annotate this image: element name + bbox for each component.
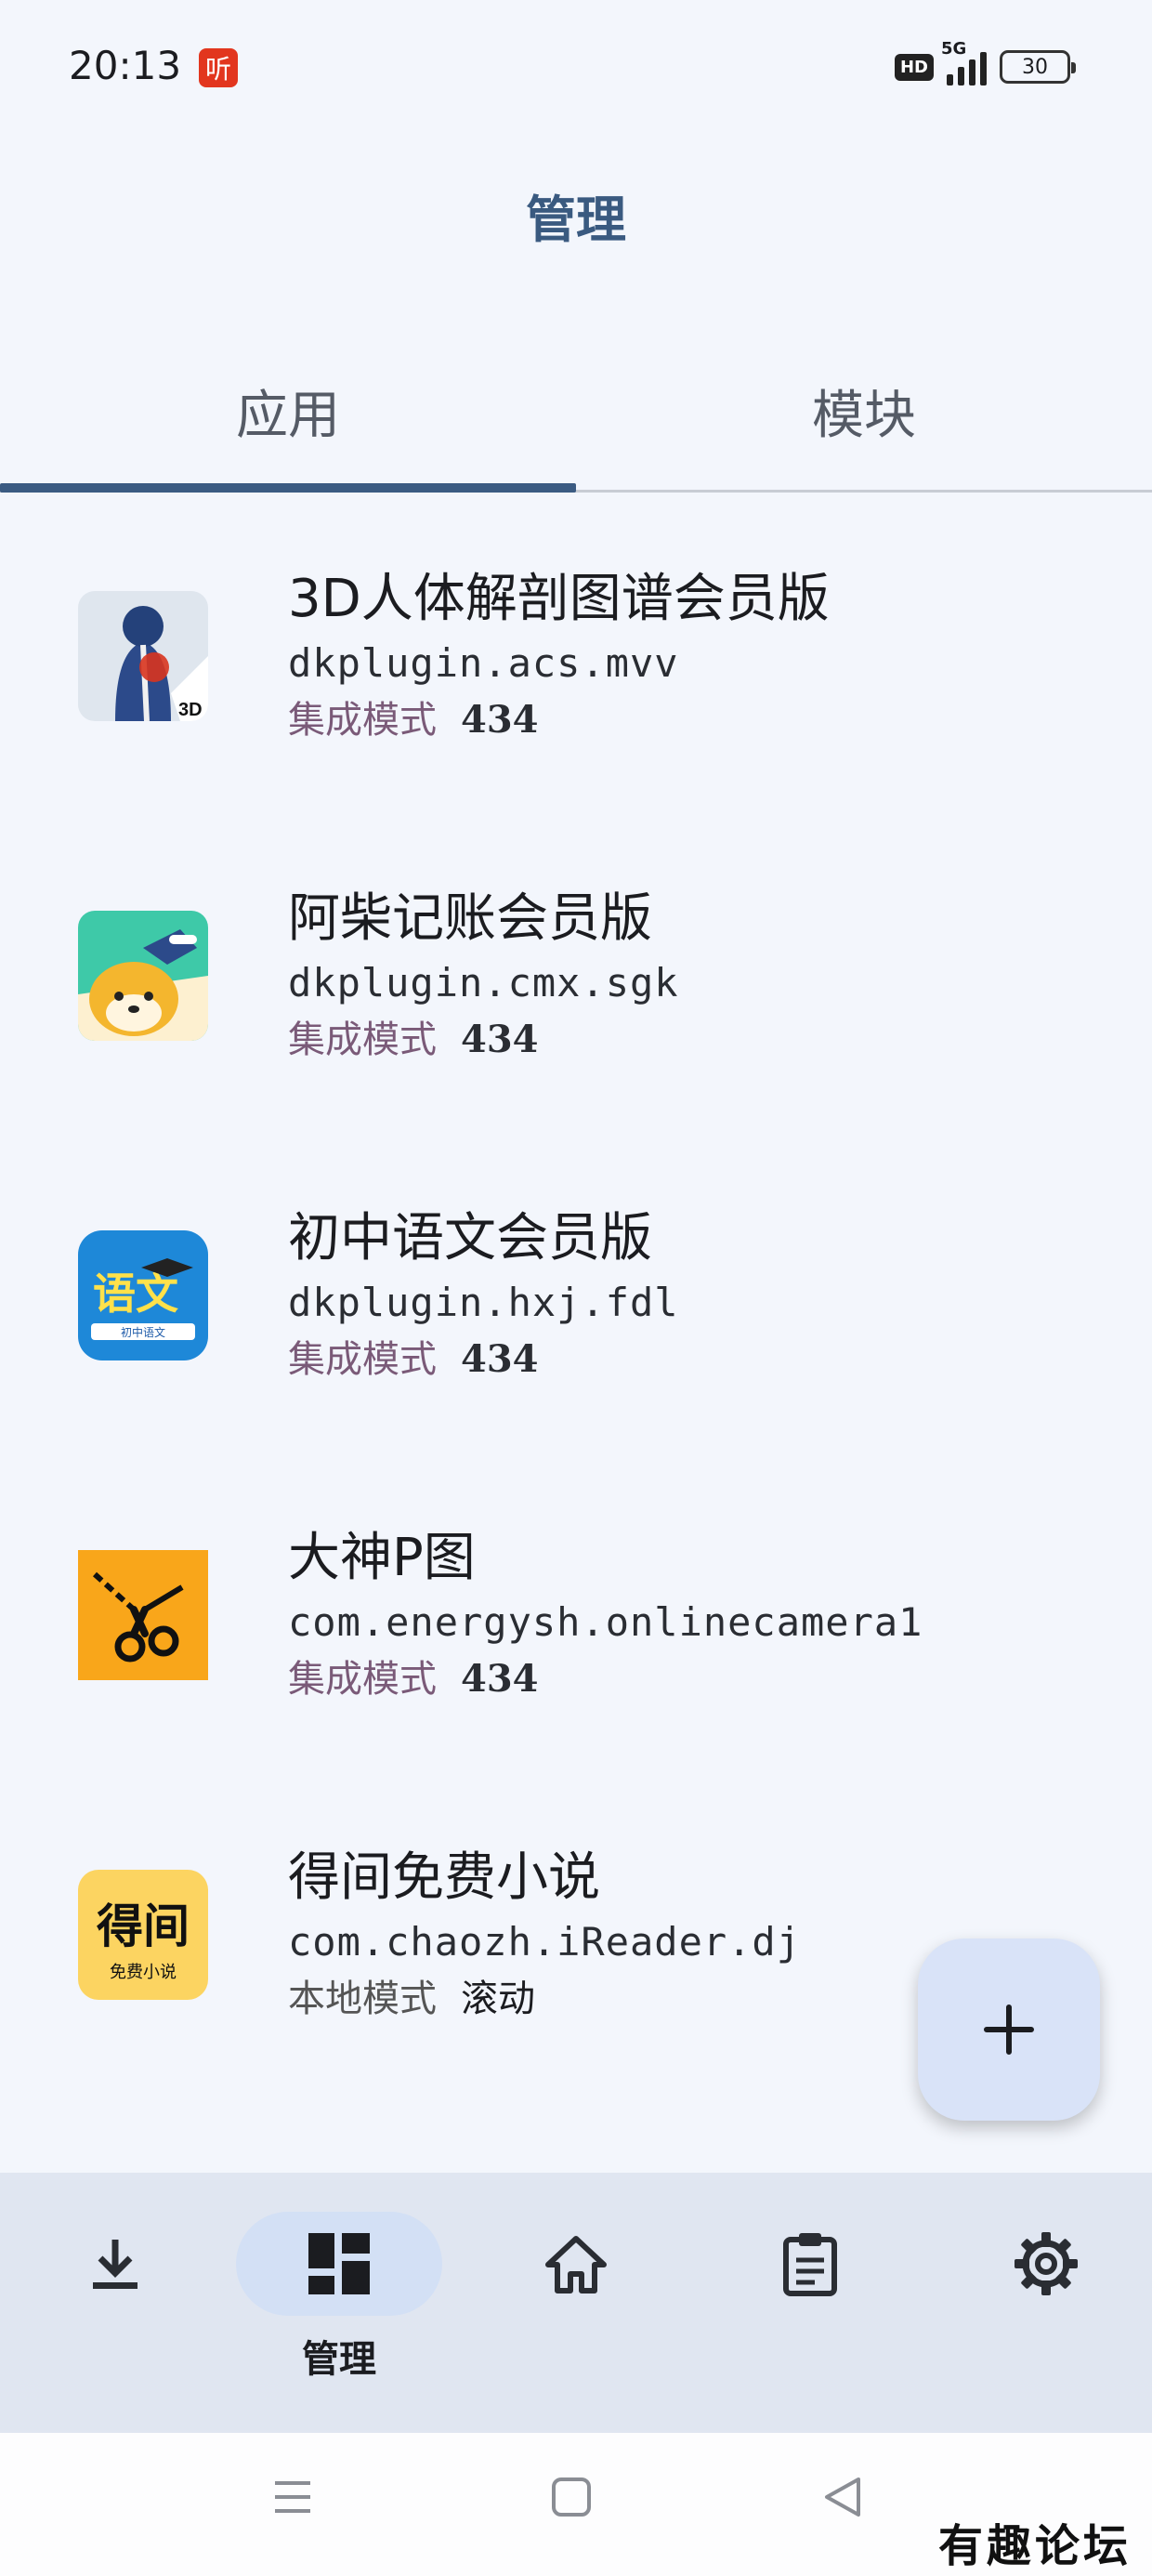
app-name: 大神P图: [288, 1528, 476, 1588]
gear-icon: [1015, 2232, 1078, 2295]
back-triangle-icon[interactable]: [821, 2474, 864, 2520]
tab-apps[interactable]: 应用: [0, 335, 576, 488]
chinese-language-icon: 语文 初中语文: [78, 1230, 208, 1360]
app-version: 434: [461, 1018, 539, 1061]
anatomy-3d-icon: 3D: [78, 591, 208, 721]
page-title: 管理: [526, 191, 626, 249]
app-meta: 集成模式 434: [288, 1011, 679, 1069]
nav-item-settings[interactable]: [931, 2173, 1152, 2433]
app-list: 3D 3D人体解剖图谱会员版 dkplugin.acs.mvv 集成模式 434: [0, 530, 1152, 2128]
nav-item-manage[interactable]: 管理: [224, 2173, 454, 2433]
app-name: 阿柴记账会员版: [288, 888, 652, 949]
novel-reader-icon: 得间 免费小说: [78, 1870, 208, 2000]
battery-icon: 30: [1000, 50, 1076, 84]
network-type: 5G: [941, 39, 967, 59]
nav-item-home[interactable]: [461, 2173, 691, 2433]
app-meta: 集成模式 434: [288, 1650, 923, 1708]
tab-bar: 应用 模块: [0, 335, 1152, 493]
app-package: com.chaozh.iReader.dj: [288, 1919, 802, 1965]
clipboard-icon: [783, 2233, 837, 2296]
novel-icon-sublabel: 免费小说: [110, 1963, 177, 1982]
list-item[interactable]: 3D 3D人体解剖图谱会员版 dkplugin.acs.mvv 集成模式 434: [0, 530, 1152, 849]
shiba-dog-icon: [78, 911, 208, 1041]
signal-icon: 5G: [941, 39, 987, 85]
tab-indicator: [0, 483, 576, 493]
download-icon: [93, 2240, 137, 2289]
list-item[interactable]: 语文 初中语文 初中语文会员版 dkplugin.hxj.fdl 集成模式 43…: [0, 1169, 1152, 1489]
app-package: dkplugin.cmx.sgk: [288, 960, 679, 1005]
app-version: 滚动: [461, 1978, 535, 2020]
app-name: 得间免费小说: [288, 1847, 600, 1908]
status-indicators: HD 5G 30: [894, 39, 1076, 85]
app-meta: 本地模式 滚动: [288, 1970, 801, 2028]
home-square-icon[interactable]: [550, 2474, 593, 2520]
app-mode: 集成模式: [288, 1338, 437, 1381]
add-button[interactable]: [918, 1939, 1100, 2121]
chinese-icon-sublabel: 初中语文: [121, 1325, 165, 1339]
plus-icon: [984, 2004, 1034, 2055]
scissors-icon: [78, 1550, 208, 1680]
home-icon: [545, 2236, 607, 2293]
nav-item-logs[interactable]: [695, 2173, 925, 2433]
app-version: 434: [461, 698, 539, 742]
notification-app-icon: 听: [199, 48, 238, 87]
app-package: com.energysh.onlinecamera1: [288, 1599, 923, 1645]
list-item[interactable]: 大神P图 com.energysh.onlinecamera1 集成模式 434: [0, 1489, 1152, 1808]
status-bar: 20:13 听 HD 5G 30: [0, 0, 1152, 139]
app-meta: 集成模式 434: [288, 1331, 679, 1388]
app-name: 3D人体解剖图谱会员版: [288, 569, 830, 629]
app-mode: 集成模式: [288, 1658, 437, 1701]
app-package: dkplugin.hxj.fdl: [288, 1280, 679, 1325]
list-item[interactable]: 阿柴记账会员版 dkplugin.cmx.sgk 集成模式 434: [0, 849, 1152, 1169]
app-name: 初中语文会员版: [288, 1208, 652, 1268]
app-meta: 集成模式 434: [288, 691, 830, 749]
battery-level: 30: [1022, 55, 1048, 79]
novel-icon-label: 得间: [97, 1899, 190, 1953]
status-time: 20:13: [69, 43, 182, 88]
app-package: dkplugin.acs.mvv: [288, 640, 679, 686]
nav-item-download[interactable]: [0, 2173, 230, 2433]
recents-menu-icon[interactable]: [269, 2474, 316, 2520]
nav-label-manage: 管理: [302, 2338, 376, 2381]
tab-modules[interactable]: 模块: [576, 335, 1152, 488]
hd-badge: HD: [894, 53, 934, 81]
anatomy-icon-label: 3D: [178, 700, 203, 720]
dashboard-icon: [308, 2233, 370, 2294]
app-mode: 集成模式: [288, 699, 437, 742]
bottom-nav: 管理: [0, 2173, 1152, 2433]
app-mode: 本地模式: [288, 1978, 437, 2020]
app-mode: 集成模式: [288, 1019, 437, 1061]
app-version: 434: [461, 1337, 539, 1381]
app-version: 434: [461, 1657, 539, 1701]
watermark: 有趣论坛: [937, 2520, 1132, 2572]
